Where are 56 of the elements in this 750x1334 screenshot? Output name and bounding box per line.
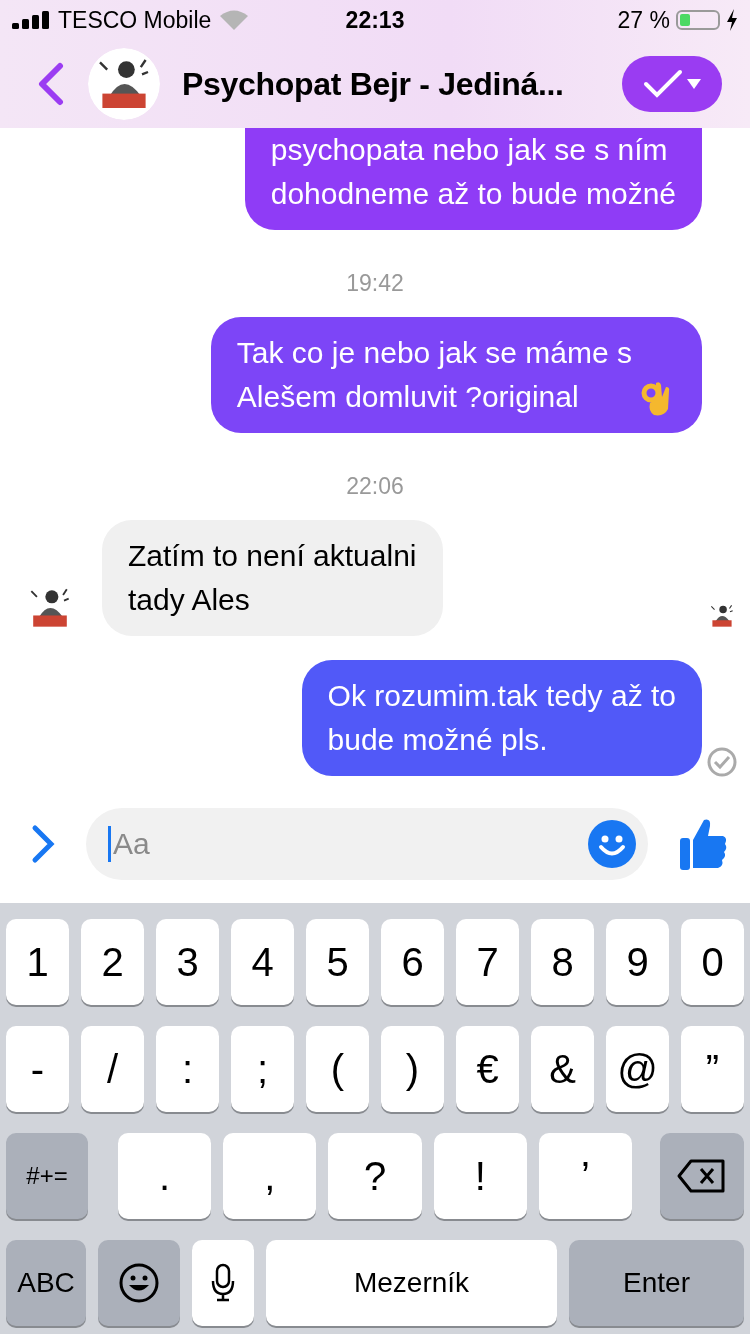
wifi-icon	[219, 9, 250, 31]
keyboard-key[interactable]: -	[6, 1026, 69, 1112]
chevron-right-icon[interactable]	[30, 824, 56, 864]
message-timestamp: 22:06	[345, 473, 405, 500]
space-key[interactable]: Mezerník	[266, 1240, 557, 1326]
backspace-icon	[677, 1159, 727, 1193]
charging-bolt-icon	[726, 9, 738, 31]
return-key[interactable]: Enter	[569, 1240, 744, 1326]
message-bubble: Zatím to není aktualni tady Ales	[102, 520, 443, 636]
keyboard-key[interactable]: /	[81, 1026, 144, 1112]
keyboard-key[interactable]: 4	[231, 919, 294, 1005]
keyboard-key[interactable]: :	[156, 1026, 219, 1112]
battery-icon	[676, 10, 720, 30]
keyboard-key[interactable]: &	[531, 1026, 594, 1112]
keyboard-key[interactable]: ”	[681, 1026, 744, 1112]
message-bubble: psychopata nebo jak se s ním dohodneme až to bude možné	[244, 128, 702, 230]
mode-key[interactable]: ABC	[6, 1240, 86, 1326]
keyboard-key[interactable]: 1	[6, 919, 69, 1005]
check-dropdown-button[interactable]	[622, 56, 722, 112]
mode-key[interactable]: #+=	[6, 1133, 88, 1219]
status-time: 22:13	[345, 6, 405, 34]
keyboard-key[interactable]: ’	[538, 1133, 632, 1219]
keyboard-key[interactable]: 6	[381, 919, 444, 1005]
keyboard-key[interactable]: (	[306, 1026, 369, 1112]
keyboard-key[interactable]: )	[381, 1026, 444, 1112]
caret-icon	[687, 79, 701, 89]
emoji-key[interactable]	[98, 1240, 180, 1326]
keyboard-key[interactable]: ;	[231, 1026, 294, 1112]
chat-title[interactable]: Psychopat Bejr - Jediná...	[182, 65, 600, 103]
message-bubble: Tak co je nebo jak se máme s Alešem domluvit ?original	[210, 317, 702, 433]
keyboard-key[interactable]: @	[606, 1026, 669, 1112]
contact-avatar	[88, 48, 160, 120]
message-input[interactable]: Aa	[86, 808, 648, 880]
smiley-icon	[118, 1262, 160, 1304]
keyboard-key[interactable]: 2	[81, 919, 144, 1005]
keyboard-key[interactable]: 7	[456, 919, 519, 1005]
message-bubble: Ok rozumim.tak tedy až to bude možné pls.	[301, 660, 702, 776]
keyboard-key[interactable]: 3	[156, 919, 219, 1005]
smiley-icon[interactable]	[588, 820, 636, 868]
message-timestamp: 19:42	[345, 270, 405, 297]
delete-key[interactable]	[660, 1133, 744, 1219]
keyboard-key[interactable]: !	[433, 1133, 527, 1219]
keyboard-key[interactable]: ,	[223, 1133, 317, 1219]
keyboard-key[interactable]: 5	[306, 919, 369, 1005]
keyboard-key[interactable]: ?	[328, 1133, 422, 1219]
dictation-key[interactable]	[192, 1240, 254, 1326]
keyboard-key[interactable]: 0	[681, 919, 744, 1005]
battery-percent: 27 %	[617, 6, 670, 34]
keyboard-key[interactable]: 9	[606, 919, 669, 1005]
keyboard-key[interactable]: 8	[531, 919, 594, 1005]
carrier-name: TESCO Mobile	[58, 6, 212, 34]
signal-icon	[12, 11, 50, 29]
keyboard-key[interactable]: .	[118, 1133, 212, 1219]
microphone-icon	[210, 1263, 236, 1303]
check-icon	[643, 69, 683, 99]
keyboard-key[interactable]: €	[456, 1026, 519, 1112]
